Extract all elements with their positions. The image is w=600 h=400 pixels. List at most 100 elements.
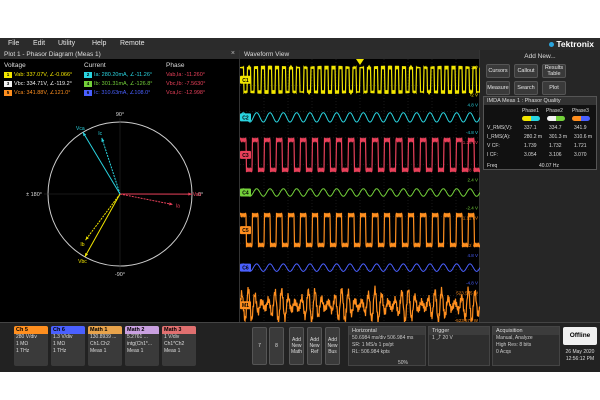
voltage-header: Voltage: [4, 62, 26, 69]
menu-file[interactable]: File: [8, 40, 19, 47]
results-table-button[interactable]: Results Table: [542, 64, 566, 78]
meas-value: 1.739: [524, 143, 537, 149]
phasor-arrowhead-ic: [101, 137, 105, 142]
phase-header: Phase: [166, 62, 185, 69]
search-button[interactable]: Search: [514, 81, 538, 95]
menu-help[interactable]: Help: [92, 40, 106, 47]
trigger-badge[interactable]: Trigger 1 ⤴ 20 V: [428, 326, 490, 366]
meas-value: 3.106: [549, 152, 562, 158]
callout-button[interactable]: Callout: [514, 64, 538, 78]
scale-bottom-label: -4.8 V: [466, 130, 478, 135]
horizontal-badge[interactable]: Horizontal 50.6984 ms/div 506.984 ms SR:…: [348, 326, 426, 366]
phasor-phase-cell: Vca,Ic: -12.998°: [166, 89, 205, 97]
menu-remote[interactable]: Remote: [120, 40, 145, 47]
waveform-panel: Waveform View C1 2 V -2 V C2 4.8 V -4.8 V C3 1.…: [240, 50, 480, 322]
horizontal-title: Horizontal: [349, 327, 425, 335]
scale-top-label: 1.12 kV: [463, 215, 478, 220]
menu-bar: File Edit Utility Help Remote Tektronix: [0, 38, 600, 50]
channel-marker-c5[interactable]: C5: [240, 226, 251, 235]
meas-value: 334.7: [549, 125, 562, 131]
meas-value: 337.1: [524, 125, 537, 131]
waveform-title: Waveform View: [244, 51, 290, 58]
phase1-color-pill: [522, 116, 540, 121]
time-text: 12:56:12 PM: [565, 356, 595, 362]
scale-top-label: 2.4 V: [467, 178, 478, 183]
phasor-current-cell: 4 Ib: 301.31mA, ∠-126.8°: [84, 80, 153, 88]
channel-marker-c3[interactable]: C3: [240, 150, 251, 159]
math2-label: Math 2: [125, 326, 159, 334]
math1-setting: Ch1.Ch2: [90, 341, 110, 347]
meas-value: 280.2 m: [524, 134, 543, 140]
freq-value: 40.07 Hz: [539, 163, 560, 169]
ch6-badge[interactable]: Ch 6 1.3 V/div 1 MΩ 1 THz: [51, 326, 85, 366]
phasor-voltage-cell: 5 Vca: 341.88V, ∠121.0°: [4, 89, 70, 97]
math2-badge[interactable]: Math 2 5.2761 ... intg(Ch1*... Meas 1: [125, 326, 159, 366]
math2-setting: 5.2761 ...: [127, 334, 148, 340]
tektronix-logo-icon: [549, 42, 555, 48]
channel-badge: 1: [4, 71, 12, 78]
vector-label-vab: Vab: [193, 192, 202, 198]
add-bus-button[interactable]: Add New Bus: [325, 327, 340, 365]
ch5-label: Ch 5: [14, 326, 48, 334]
oscilloscope-app: File Edit Utility Help Remote Tektronix …: [0, 38, 600, 372]
scale-top-label: 4.8 V: [467, 103, 478, 108]
channel-marker-c4[interactable]: C4: [240, 188, 251, 197]
trigger-level: 1 ⤴ 20 V: [432, 335, 453, 341]
phasor-plot-panel: Plot 1 - Phasor Diagram (Meas 1) × Volta…: [0, 50, 240, 322]
channel-marker-c2[interactable]: C2: [240, 113, 251, 122]
phasor-phase-cell: Vbc,Ib: -7.5630°: [166, 80, 206, 88]
channel-marker-m1[interactable]: M1: [240, 301, 251, 310]
channel-marker-c6[interactable]: C6: [240, 263, 251, 272]
math1-badge[interactable]: Math 1 130.8939 ... Ch1.Ch2 Meas 1: [88, 326, 122, 366]
phasor-phase-value: Vab,Ia: -11.260°: [166, 72, 205, 78]
phasor-vector-ib: [85, 193, 121, 241]
acquisition-badge[interactable]: Acquisition Manual, Analyze High Res: 8 …: [492, 326, 560, 366]
ch5-setting: 1 MΩ: [16, 341, 29, 347]
date-text: 26 May 2020: [565, 349, 595, 355]
plot-button[interactable]: Plot: [542, 81, 566, 95]
waveform-display[interactable]: C1 2 V -2 V C2 4.8 V -4.8 V C3 1.28 kV -1.28 kV C…: [240, 59, 480, 322]
phasor-voltage-value: Vbc: 334.71V, ∠-119.2°: [14, 81, 72, 87]
measure-button[interactable]: Measure: [486, 81, 510, 95]
ch6-label: Ch 6: [51, 326, 85, 334]
ch5-badge[interactable]: Ch 5 280 V/div 1 MΩ 1 THz: [14, 326, 48, 366]
math3-badge[interactable]: Math 31 V/div Ch1*Ch2 Meas 1: [162, 326, 196, 366]
channel-marker-label: C5: [242, 228, 249, 234]
channel-badge: 6: [84, 89, 92, 96]
horizontal-scale: 50.6984 ms/div 506.984 ms: [352, 335, 414, 341]
datetime: 26 May 2020 12:56:12 PM: [562, 349, 598, 363]
scale-top-label: 523.575 W: [456, 290, 479, 295]
menu-edit[interactable]: Edit: [33, 40, 45, 47]
scale-top-label: 2 V: [471, 65, 478, 70]
scale-bottom-label: -2.4 V: [466, 205, 478, 210]
freq-label: Freq: [487, 163, 498, 169]
phasor-vector-ic: [101, 137, 121, 195]
close-icon[interactable]: ×: [231, 50, 235, 57]
channel-badge: 2: [84, 71, 92, 78]
scale-bottom-label: -1.12 kV: [461, 243, 478, 248]
vector-label-ia: Ia: [176, 204, 180, 210]
math3-label: Math 3: [162, 326, 196, 334]
math3-setting: 1 V/div: [164, 334, 180, 340]
phase3-color-pill: [572, 116, 590, 121]
meas-value: 1.721: [574, 143, 587, 149]
measurement-badge[interactable]: IMDA Meas 1 : Phasor Quality Phase1 Phas…: [483, 96, 597, 170]
scale-top-label: 1.28 kV: [463, 140, 478, 145]
meas-value: 3.054: [524, 152, 537, 158]
trigger-position-icon[interactable]: [356, 59, 364, 65]
math1-label: Math 1: [88, 326, 122, 334]
add-ref-button[interactable]: Add New Ref: [307, 327, 322, 365]
seven-button[interactable]: 7: [252, 327, 267, 365]
brand-name: Tektronix: [556, 39, 594, 49]
waveform-titlebar: Waveform View: [240, 50, 479, 59]
add-math-button[interactable]: Add New Math: [289, 327, 304, 365]
ch6-setting: 1.3 V/div: [53, 334, 73, 340]
eight-button[interactable]: 8: [269, 327, 284, 365]
cursors-button[interactable]: Cursors: [486, 64, 510, 78]
horizontal-record-length: RL: 506.984 kpts: [352, 349, 390, 355]
channel-marker-c1[interactable]: C1: [240, 75, 251, 84]
offline-button[interactable]: Offline: [563, 327, 597, 345]
measurement-title: IMDA Meas 1 : Phasor Quality: [484, 97, 596, 105]
math1-setting: 130.8939 ...: [90, 334, 117, 340]
menu-utility[interactable]: Utility: [58, 40, 75, 47]
